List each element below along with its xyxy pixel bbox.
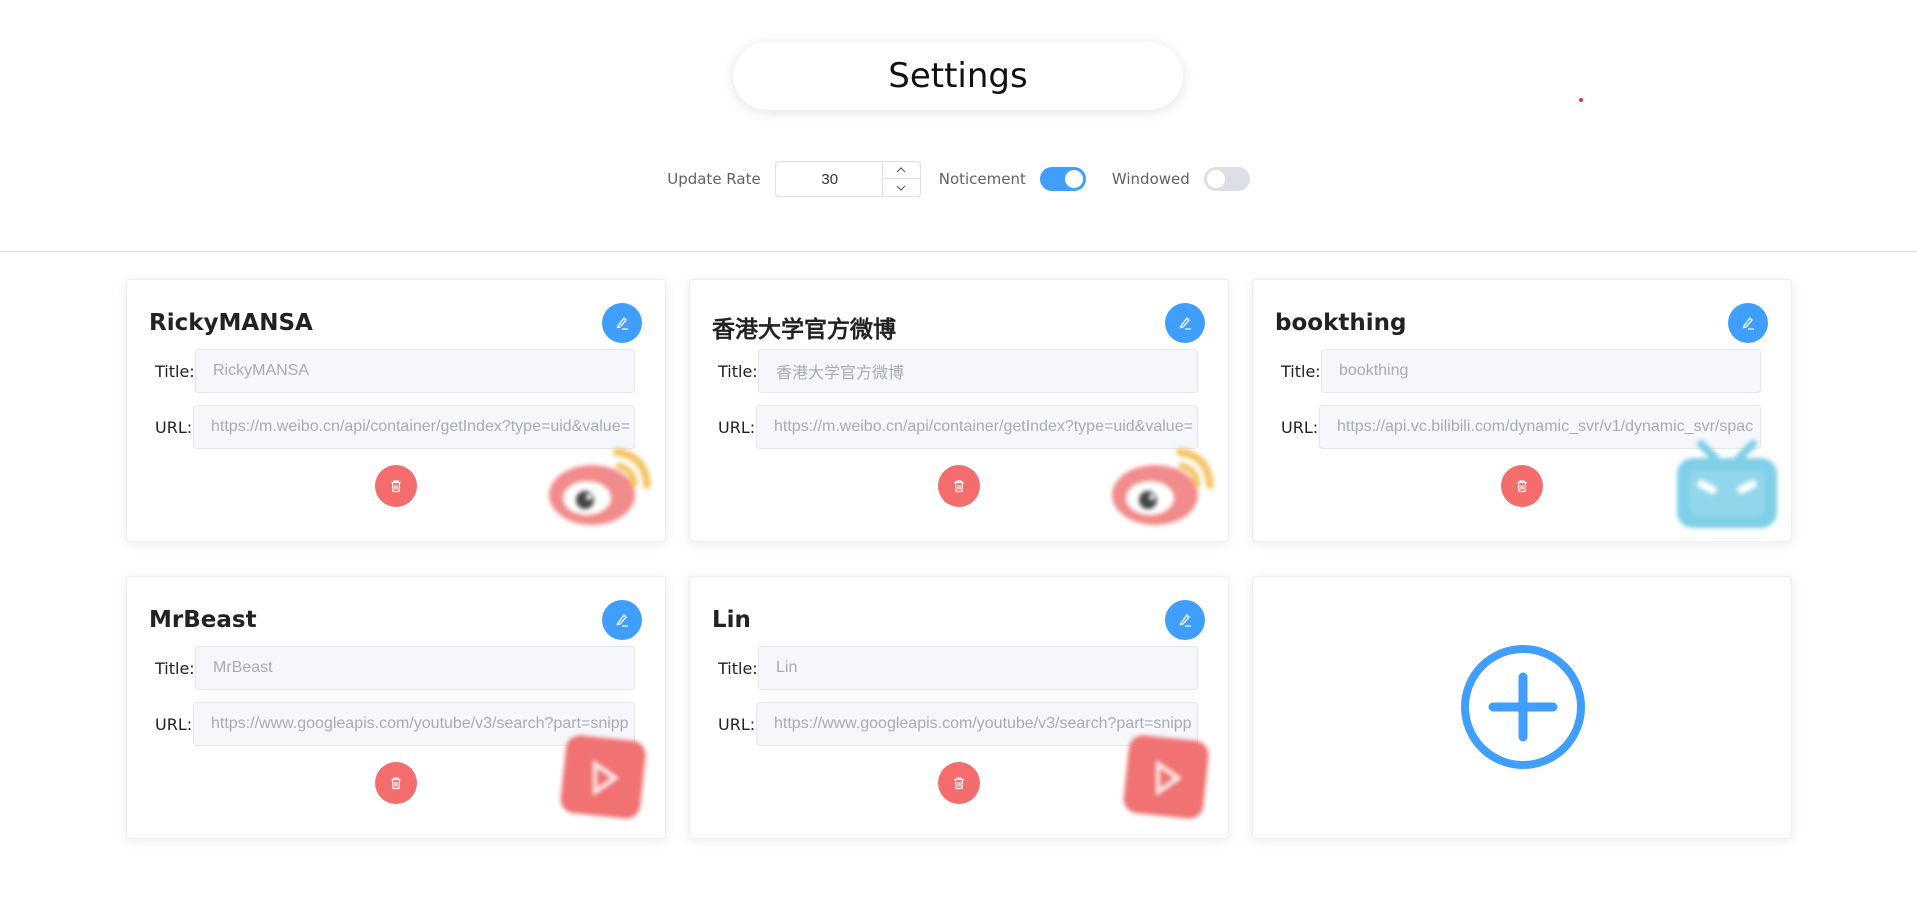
decrement-button[interactable]: [883, 179, 920, 196]
update-rate-label: Update Rate: [667, 170, 761, 188]
title-row: Title: 香港大学官方微博: [718, 349, 1198, 393]
title-input[interactable]: bookthing: [1321, 349, 1761, 393]
trash-icon: [954, 777, 964, 790]
title-row: Title: Lin: [718, 646, 1198, 690]
edit-icon: [616, 317, 628, 330]
update-rate-stepper[interactable]: 30: [774, 161, 921, 197]
edit-icon: [1742, 317, 1754, 330]
edit-button[interactable]: [1728, 303, 1768, 343]
delete-button[interactable]: [938, 465, 980, 507]
url-label: URL:: [155, 714, 193, 734]
title-label: Title:: [718, 361, 758, 381]
noticement-toggle[interactable]: [1039, 167, 1086, 191]
edit-button[interactable]: [1165, 600, 1205, 640]
windowed-label: Windowed: [1111, 170, 1190, 188]
edit-icon: [1179, 317, 1191, 330]
url-label: URL:: [155, 417, 193, 437]
cursor-dot: [1579, 98, 1583, 102]
title-input[interactable]: Lin: [758, 646, 1198, 690]
trash-icon: [1517, 480, 1527, 493]
card-title: RickyMANSA: [149, 310, 313, 336]
title-label: Title:: [718, 658, 758, 678]
stepper-buttons: [881, 162, 920, 196]
title-label: Title:: [155, 658, 195, 678]
windowed-toggle[interactable]: [1203, 167, 1250, 191]
youtube-logo-icon: [1123, 735, 1209, 819]
add-circle-icon[interactable]: [1459, 643, 1587, 771]
source-card: MrBeast Title: MrBeast URL: https://www.…: [126, 576, 666, 839]
weibo-logo-icon: [1112, 448, 1214, 525]
toggle-knob: [1206, 170, 1225, 188]
title-input[interactable]: RickyMANSA: [195, 349, 635, 393]
weibo-logo-icon: [549, 448, 651, 525]
edit-button[interactable]: [602, 303, 642, 343]
toggle-knob: [1064, 170, 1083, 188]
chevron-up-icon: [896, 167, 906, 173]
title-input[interactable]: MrBeast: [195, 646, 635, 690]
url-label: URL:: [1281, 417, 1319, 437]
source-card: Lin Title: Lin URL: https://www.googleap…: [689, 576, 1229, 839]
card-title: Lin: [712, 607, 751, 633]
title-row: Title: bookthing: [1281, 349, 1761, 393]
page-title: Settings: [733, 42, 1183, 110]
settings-controls: Update Rate 30 Noticement Windowed: [0, 160, 1917, 198]
card-title: bookthing: [1275, 310, 1407, 336]
title-row: Title: RickyMANSA: [155, 349, 635, 393]
title-input[interactable]: 香港大学官方微博: [758, 349, 1198, 393]
noticement-label: Noticement: [938, 170, 1026, 188]
source-card: RickyMANSA Title: RickyMANSA URL: https:…: [126, 279, 666, 542]
youtube-logo-icon: [560, 735, 646, 819]
add-source-card[interactable]: [1252, 576, 1792, 839]
chevron-down-icon: [896, 185, 906, 191]
bilibili-logo-icon: [1677, 440, 1777, 528]
edit-icon: [616, 614, 628, 627]
delete-button[interactable]: [938, 762, 980, 804]
divider: [0, 251, 1917, 252]
edit-button[interactable]: [1165, 303, 1205, 343]
increment-button[interactable]: [882, 162, 920, 179]
card-title: 香港大学官方微博: [712, 317, 896, 343]
title-row: Title: MrBeast: [155, 646, 635, 690]
source-card: 香港大学官方微博 Title: 香港大学官方微博 URL: https://m.…: [689, 279, 1229, 542]
delete-button[interactable]: [1501, 465, 1543, 507]
edit-button[interactable]: [602, 600, 642, 640]
source-card: bookthing Title: bookthing URL: https://…: [1252, 279, 1792, 542]
title-label: Title:: [1281, 361, 1321, 381]
trash-icon: [391, 777, 401, 790]
delete-button[interactable]: [375, 762, 417, 804]
url-label: URL:: [718, 714, 756, 734]
trash-icon: [954, 480, 964, 493]
delete-button[interactable]: [375, 465, 417, 507]
card-title: MrBeast: [149, 607, 257, 633]
url-label: URL:: [718, 417, 756, 437]
trash-icon: [391, 480, 401, 493]
title-label: Title:: [155, 361, 195, 381]
edit-icon: [1179, 614, 1191, 627]
